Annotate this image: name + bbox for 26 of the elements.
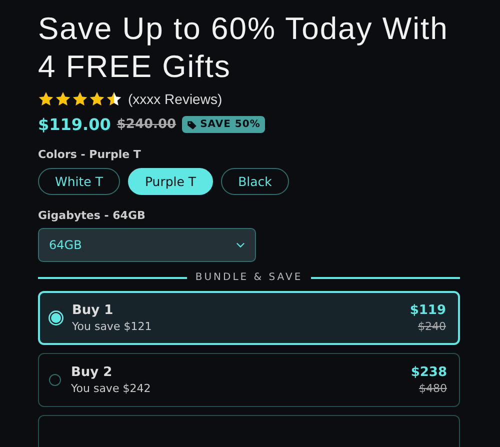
color-option[interactable]: Black: [221, 168, 289, 195]
bundle-price: $119: [410, 303, 446, 318]
color-option[interactable]: Purple T: [128, 168, 214, 195]
review-count[interactable]: (xxxx Reviews): [128, 91, 222, 107]
chevron-down-icon: [236, 242, 245, 248]
color-option[interactable]: White T: [38, 168, 120, 195]
section-heading: BUNDLE & SAVE: [195, 272, 303, 283]
bundle-option[interactable]: Buy 1 You save $121 $119 $240: [38, 291, 460, 345]
product-title: Save Up to 60% Today With 4 FREE Gifts: [38, 10, 450, 86]
gigabytes-dropdown[interactable]: 64GB: [38, 228, 256, 262]
savings-text: You save $242: [71, 382, 152, 395]
save-badge: SAVE 50%: [182, 116, 266, 133]
bundle-option[interactable]: Buy 2 You save $242 $238 $480: [38, 353, 460, 407]
savings-text: You save $121: [72, 320, 153, 333]
bundle-original-price: $240: [417, 320, 446, 333]
bundle-price: $238: [410, 365, 447, 380]
radio-button[interactable]: [50, 312, 62, 324]
bundle-title: Buy 2: [71, 365, 114, 380]
radio-button[interactable]: [49, 374, 61, 386]
original-price: $240.00: [116, 117, 176, 132]
bundle-title: Buy 1: [72, 303, 114, 318]
option-label: Colors - Purple T: [38, 148, 142, 161]
bundle-original-price: $480: [418, 382, 447, 395]
tag-icon: [187, 120, 198, 130]
current-price: $119.00: [38, 115, 111, 134]
option-label: Gigabytes - 64GB: [38, 209, 146, 222]
